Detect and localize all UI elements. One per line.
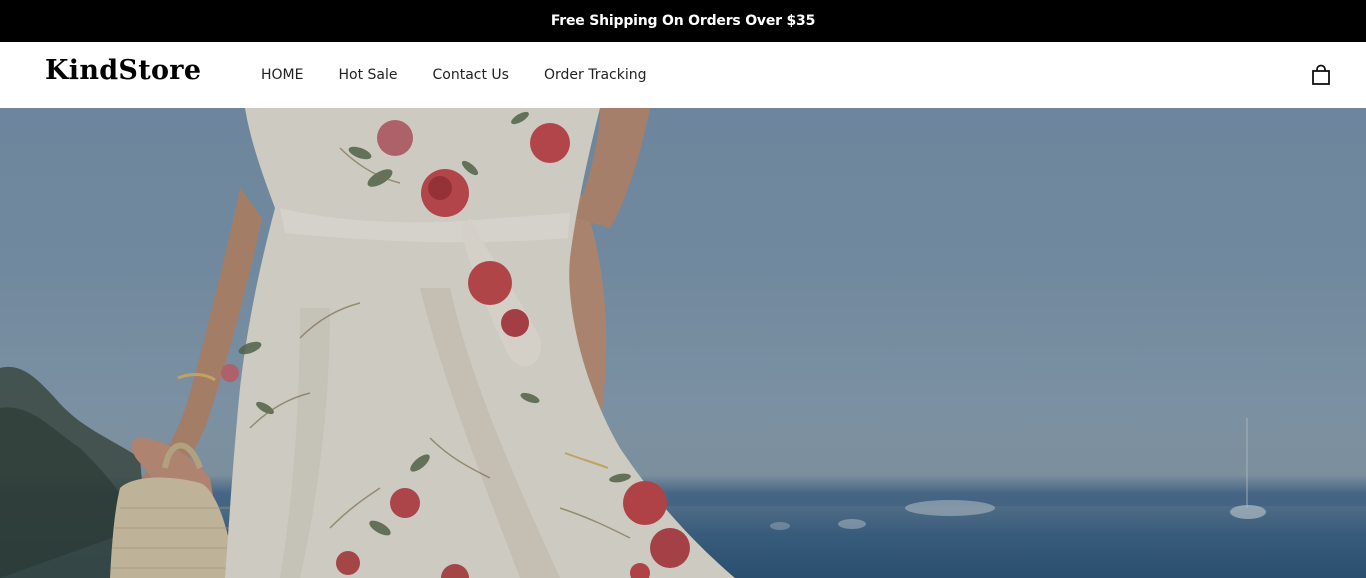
shopping-bag-icon: [1312, 64, 1330, 85]
nav-item-hot-sale[interactable]: Hot Sale: [338, 67, 397, 83]
site-header: KindStore HOME Hot Sale Contact Us Order…: [0, 42, 1366, 108]
nav-item-home[interactable]: HOME: [261, 67, 303, 83]
store-logo[interactable]: KindStore: [45, 56, 201, 86]
nav-item-order-tracking[interactable]: Order Tracking: [544, 67, 647, 83]
cart-button[interactable]: [1310, 64, 1332, 86]
hero-banner[interactable]: [0, 108, 1366, 578]
announcement-text: Free Shipping On Orders Over $35: [550, 13, 816, 29]
announcement-bar: Free Shipping On Orders Over $35: [0, 0, 1366, 42]
nav-item-contact-us[interactable]: Contact Us: [433, 67, 509, 83]
hero-overlay: [0, 108, 1366, 578]
main-nav: HOME Hot Sale Contact Us Order Tracking: [261, 42, 682, 108]
